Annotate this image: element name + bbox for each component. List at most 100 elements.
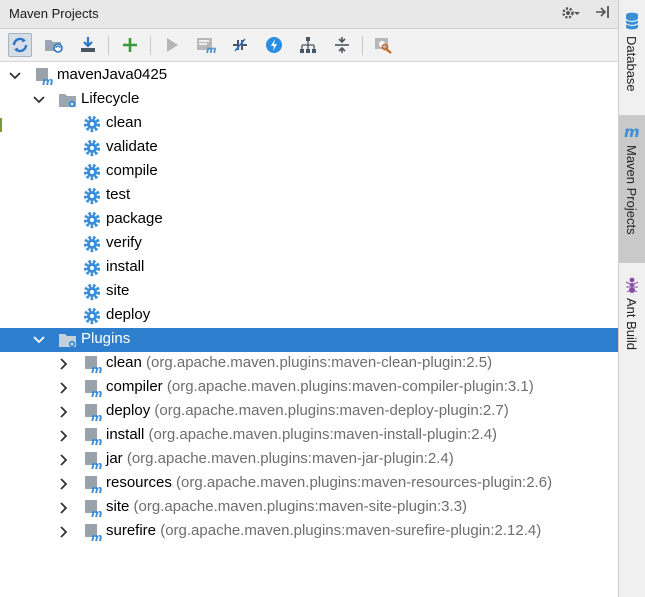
plugin-coordinates: (org.apache.maven.plugins:maven-clean-pl… — [146, 354, 493, 371]
plugin-label: resources (org.apache.maven.plugins:mave… — [106, 474, 552, 491]
tree-plugins-node[interactable]: Plugins — [0, 328, 618, 352]
tab-maven-projects[interactable]: m Maven Projects — [619, 115, 645, 263]
gear-icon — [83, 235, 101, 253]
lifecycle-goal-validate[interactable]: validate — [0, 136, 618, 160]
lifecycle-goal-label: verify — [106, 234, 142, 251]
lifecycle-goal-label: compile — [106, 162, 158, 179]
plugin-resources[interactable]: m resources (org.apache.maven.plugins:mav… — [0, 472, 618, 496]
svg-text:m: m — [91, 483, 102, 493]
play-icon — [167, 38, 178, 52]
maven-plugin-icon: m — [83, 499, 102, 520]
toggle-offline-button[interactable] — [228, 33, 252, 57]
svg-text:m: m — [91, 387, 102, 397]
toolbar-separator — [108, 36, 109, 55]
lifecycle-goal-verify[interactable]: verify — [0, 232, 618, 256]
plugin-name: install — [106, 426, 145, 443]
gear-icon — [83, 187, 101, 205]
plugin-coordinates: (org.apache.maven.plugins:maven-install-… — [148, 426, 498, 443]
download-sources-button[interactable] — [76, 33, 100, 57]
svg-text:m: m — [91, 531, 102, 541]
plugin-coordinates: (org.apache.maven.plugins:maven-surefire… — [160, 522, 542, 539]
chevron-right-icon[interactable] — [56, 400, 72, 424]
show-dependencies-button[interactable] — [296, 33, 320, 57]
plugin-label: deploy (org.apache.maven.plugins:maven-d… — [106, 402, 509, 419]
lifecycle-goal-deploy[interactable]: deploy — [0, 304, 618, 328]
plugins-label: Plugins — [81, 330, 131, 347]
generate-sources-button[interactable] — [42, 33, 66, 57]
plugin-deploy[interactable]: m deploy (org.apache.maven.plugins:maven-… — [0, 400, 618, 424]
lifecycle-goal-compile[interactable]: compile — [0, 160, 618, 184]
plugin-label: jar (org.apache.maven.plugins:maven-jar-… — [106, 450, 454, 467]
lifecycle-goal-label: clean — [106, 114, 142, 131]
svg-text:m: m — [206, 45, 216, 54]
reimport-button[interactable] — [8, 33, 32, 57]
chevron-down-icon[interactable] — [7, 64, 23, 88]
tree-lifecycle-node[interactable]: Lifecycle — [0, 88, 618, 112]
collapse-all-button[interactable] — [330, 33, 354, 57]
plugin-name: surefire — [106, 522, 157, 539]
tab-maven-projects-label: Maven Projects — [624, 145, 639, 235]
lifecycle-goal-label: package — [106, 210, 163, 227]
lifecycle-folder-icon — [58, 91, 76, 109]
plugin-surefire[interactable]: m surefire (org.apache.maven.plugins:mave… — [0, 520, 618, 544]
lifecycle-goal-package[interactable]: package — [0, 208, 618, 232]
plugin-clean[interactable]: m clean (org.apache.maven.plugins:maven-c… — [0, 352, 618, 376]
tab-database-label: Database — [624, 36, 639, 92]
plugin-name: jar — [106, 450, 123, 467]
plugin-compiler[interactable]: m compiler (org.apache.maven.plugins:mave… — [0, 376, 618, 400]
lifecycle-goal-label: site — [106, 282, 130, 299]
plugin-name: resources — [106, 474, 172, 491]
gear-icon — [83, 283, 101, 301]
maven-plugin-icon: m — [83, 355, 102, 376]
chevron-right-icon[interactable] — [56, 352, 72, 376]
add-project-button[interactable] — [118, 33, 142, 57]
maven-projects-panel: Maven Projects m m mavenJava0425 Lifecyc… — [0, 0, 618, 597]
plugin-install[interactable]: m install (org.apache.maven.plugins:maven… — [0, 424, 618, 448]
plugin-label: surefire (org.apache.maven.plugins:maven… — [106, 522, 541, 539]
gear-icon — [83, 259, 101, 277]
maven-plugin-icon: m — [83, 475, 102, 496]
plugin-jar[interactable]: m jar (org.apache.maven.plugins:maven-jar… — [0, 448, 618, 472]
chevron-right-icon[interactable] — [56, 520, 72, 544]
refresh-icon — [12, 37, 28, 53]
chevron-down-icon[interactable] — [31, 328, 47, 352]
tree-project-node[interactable]: m mavenJava0425 — [0, 64, 618, 88]
tab-database[interactable]: Database — [619, 6, 645, 106]
tab-ant-build[interactable]: Ant Build — [619, 272, 645, 362]
gear-icon[interactable] — [560, 4, 580, 26]
lifecycle-goal-clean[interactable]: clean — [0, 112, 618, 136]
folder-refresh-icon — [45, 40, 63, 53]
svg-text:m: m — [91, 435, 102, 445]
tab-ant-build-label: Ant Build — [624, 298, 639, 351]
lifecycle-goal-site[interactable]: site — [0, 280, 618, 304]
plugin-label: compiler (org.apache.maven.plugins:maven… — [106, 378, 534, 395]
lifecycle-goal-test[interactable]: test — [0, 184, 618, 208]
plugin-label: site (org.apache.maven.plugins:maven-sit… — [106, 498, 467, 515]
plugin-coordinates: (org.apache.maven.plugins:maven-compiler… — [166, 378, 534, 395]
svg-text:m: m — [91, 459, 102, 469]
settings-button[interactable] — [372, 33, 396, 57]
lifecycle-goal-install[interactable]: install — [0, 256, 618, 280]
hide-panel-icon[interactable] — [594, 4, 612, 24]
toolbar-separator — [150, 36, 151, 55]
plugin-coordinates: (org.apache.maven.plugins:maven-jar-plug… — [126, 450, 454, 467]
gear-icon — [83, 307, 101, 325]
chevron-right-icon[interactable] — [56, 496, 72, 520]
svg-text:m: m — [91, 363, 102, 373]
collapse-icon — [335, 37, 349, 53]
chevron-right-icon[interactable] — [56, 472, 72, 496]
plugin-site[interactable]: m site (org.apache.maven.plugins:maven-si… — [0, 496, 618, 520]
lifecycle-goal-label: deploy — [106, 306, 151, 323]
chevron-right-icon[interactable] — [56, 448, 72, 472]
maven-run-icon: m — [197, 38, 216, 54]
maven-plugin-icon: m — [83, 379, 102, 400]
svg-text:m: m — [624, 123, 640, 139]
chevron-right-icon[interactable] — [56, 376, 72, 400]
chevron-down-icon[interactable] — [31, 88, 47, 112]
lifecycle-goal-label: test — [106, 186, 131, 203]
plugin-name: deploy — [106, 402, 151, 419]
skip-tests-button[interactable] — [262, 33, 286, 57]
run-button[interactable] — [160, 33, 184, 57]
chevron-right-icon[interactable] — [56, 424, 72, 448]
execute-goal-button[interactable]: m — [194, 33, 218, 57]
